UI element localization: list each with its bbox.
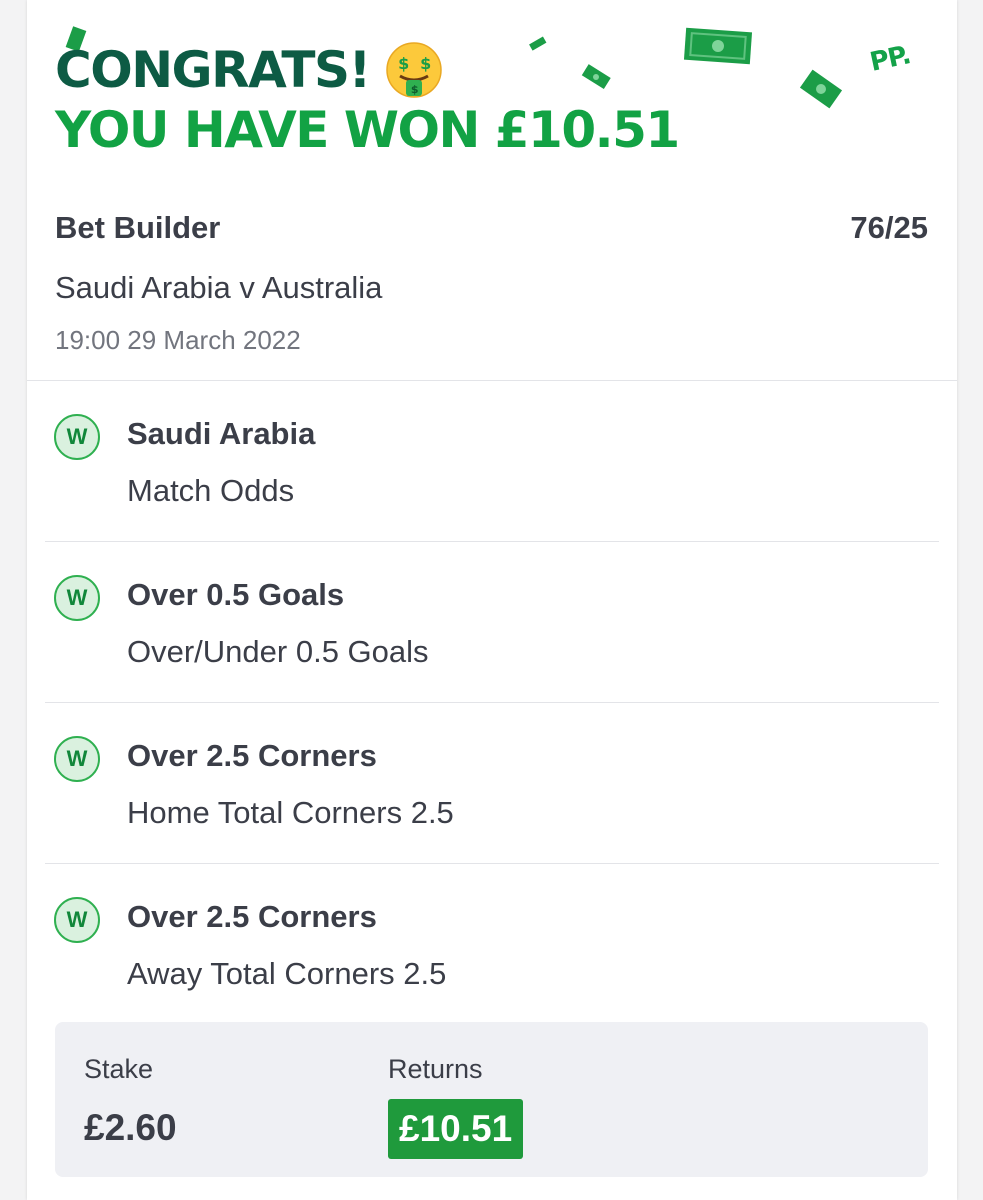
won-badge-icon: W [54,736,100,782]
win-amount-heading: YOU HAVE WON £10.51 [55,101,680,159]
svg-text:$: $ [411,83,418,96]
selection-item: W Over 2.5 Corners Home Total Corners 2.… [45,703,939,864]
stake-label: Stake [84,1054,154,1084]
bet-summary-panel: Stake £2.60 Returns £10.51 [55,1022,928,1177]
selection-market: Away Total Corners 2.5 [127,956,447,991]
banknote-confetti-icon [799,69,843,109]
selection-name: Over 2.5 Corners [127,738,377,773]
bet-odds: 76/25 [850,210,928,245]
returns-value: £10.51 [388,1099,524,1159]
selection-name: Over 2.5 Corners [127,899,377,934]
selection-name: Over 0.5 Goals [127,577,345,612]
bet-receipt-card: PP. CONGRATS! $ $ $ YOU HAVE WON £10.51 … [27,0,957,1200]
selections-list: W Saudi Arabia Match Odds W Over 0.5 Goa… [45,381,939,1024]
selection-market: Over/Under 0.5 Goals [127,634,429,669]
selection-item: W Saudi Arabia Match Odds [45,381,939,542]
event-name[interactable]: Saudi Arabia v Australia [55,270,382,306]
won-badge-icon: W [54,414,100,460]
congrats-heading: CONGRATS! $ $ $ [55,40,679,100]
svg-text:$: $ [398,54,409,73]
svg-text:$: $ [420,54,431,73]
stake-value: £2.60 [84,1107,177,1148]
won-badge-icon: W [54,897,100,943]
selection-item: W Over 0.5 Goals Over/Under 0.5 Goals [45,542,939,703]
win-banner: CONGRATS! $ $ $ YOU HAVE WON £10.51 [55,40,680,160]
event-datetime: 19:00 29 March 2022 [55,325,301,355]
selection-item: W Over 2.5 Corners Away Total Corners 2.… [45,864,939,1024]
selection-market: Match Odds [127,473,295,508]
money-mouth-face-icon: $ $ $ [386,42,442,98]
selection-market: Home Total Corners 2.5 [127,795,454,830]
selection-name: Saudi Arabia [127,416,316,451]
bet-type-label: Bet Builder [55,210,221,245]
paddy-power-logo: PP. [867,40,913,78]
won-badge-icon: W [54,575,100,621]
returns-label: Returns [388,1054,483,1084]
congrats-text: CONGRATS! [55,41,371,99]
banknote-confetti-icon [683,27,753,65]
